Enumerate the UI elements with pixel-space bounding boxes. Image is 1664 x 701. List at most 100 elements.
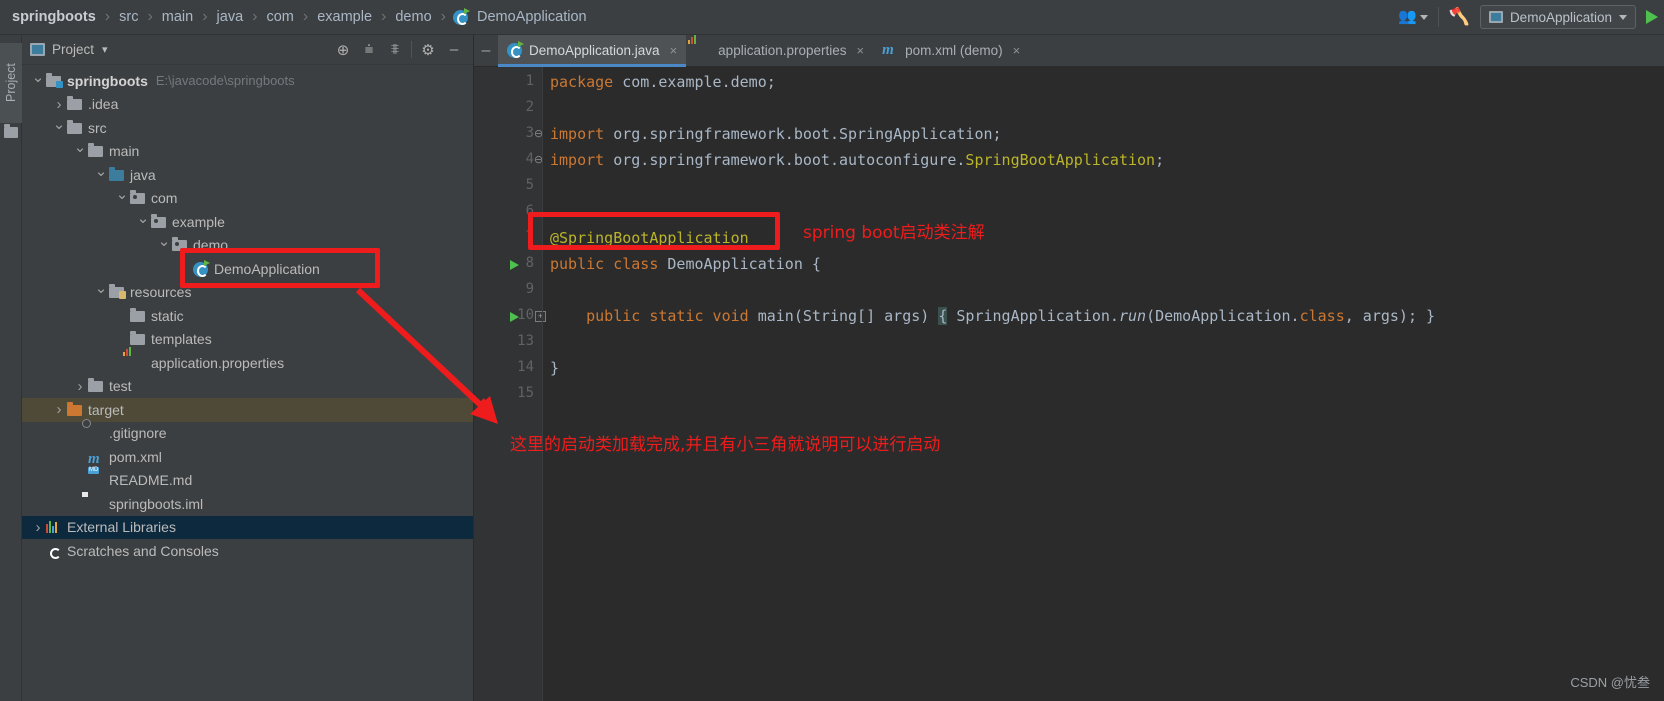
chevron-down-icon[interactable]	[135, 213, 151, 231]
line-number: 1	[525, 73, 534, 89]
chevron-down-icon[interactable]	[30, 72, 46, 90]
folder-icon	[67, 96, 83, 111]
chevron-down-icon[interactable]	[72, 142, 88, 160]
left-tool-strip: Project	[0, 35, 22, 701]
folder-icon	[88, 378, 104, 393]
expand-all-icon[interactable]: ⩧	[356, 38, 382, 62]
close-icon[interactable]: ×	[670, 43, 678, 58]
tree-node-main[interactable]: main	[22, 140, 473, 164]
tree-node-test[interactable]: test	[22, 375, 473, 399]
editor-tab-demoapplication-java[interactable]: DemoApplication.java ×	[498, 35, 687, 67]
tree-node-label: springboots	[67, 72, 148, 89]
hide-panel-icon[interactable]: –	[441, 38, 467, 62]
editor-tab-label: DemoApplication.java	[529, 43, 660, 58]
run-gutter-icon[interactable]	[510, 312, 519, 322]
editor-tab-label: pom.xml (demo)	[905, 43, 1003, 58]
chevron-right-icon[interactable]	[51, 401, 67, 418]
breadcrumb-item-example[interactable]: example	[315, 9, 374, 25]
chevron-down-icon[interactable]	[114, 189, 130, 207]
tree-node--idea[interactable]: .idea	[22, 93, 473, 117]
tree-node-resources[interactable]: resources	[22, 281, 473, 305]
sidebar-tab-project[interactable]: Project	[0, 43, 22, 123]
tree-node-springboots-iml[interactable]: springboots.iml	[22, 491, 473, 516]
tree-node-pom-xml[interactable]: m pom.xml	[22, 445, 473, 469]
chevron-down-icon[interactable]	[156, 236, 172, 254]
breadcrumb-item-demo[interactable]: demo	[393, 9, 433, 25]
tree-node-readme-md[interactable]: MD README.md	[22, 467, 473, 493]
breadcrumb-separator: ›	[104, 8, 111, 25]
run-button[interactable]	[1646, 10, 1658, 24]
folder-icon	[88, 143, 104, 158]
tree-node-src[interactable]: src	[22, 116, 473, 140]
tree-node-label: README.md	[109, 472, 193, 489]
code-content[interactable]: package com.example.demo; import org.spri…	[542, 67, 1664, 701]
chevron-down-icon	[1619, 14, 1627, 20]
tree-node-java[interactable]: java	[22, 163, 473, 187]
code-token: import	[550, 125, 605, 143]
tree-node-external-libraries[interactable]: External Libraries	[22, 515, 473, 539]
chevron-right-icon[interactable]	[51, 96, 67, 113]
hide-tabs-icon[interactable]: –	[474, 35, 498, 66]
run-configuration-selector[interactable]: DemoApplication	[1479, 5, 1636, 29]
project-title-caret[interactable]: ▾	[102, 43, 108, 56]
tree-node-demo[interactable]: demo	[22, 234, 473, 258]
chevron-right-icon[interactable]	[72, 378, 88, 395]
editor-tab-pom-xml-demo-[interactable]: m pom.xml (demo) ×	[873, 35, 1029, 66]
tree-node-scratches-and-consoles[interactable]: Scratches and Consoles	[22, 539, 473, 563]
toolbar-divider	[1437, 7, 1439, 27]
people-icon[interactable]: 👥	[1398, 6, 1428, 28]
collapse-all-icon[interactable]: ⩨	[382, 38, 408, 62]
package-icon	[151, 213, 167, 229]
editor-tab-application-properties[interactable]: application.properties ×	[686, 34, 873, 66]
tree-node-springboots[interactable]: springboots E:\javacode\springboots	[22, 69, 473, 93]
breadcrumb-label: demo	[395, 9, 432, 25]
folder-icon	[130, 331, 146, 346]
close-icon[interactable]: ×	[857, 43, 865, 58]
tree-node-example[interactable]: example	[22, 210, 473, 234]
editor-gutter[interactable]: 1 2 3 ⊖ 4 ⊖ 5 6 7 8 9 10 +13 14 15	[474, 67, 546, 701]
close-icon[interactable]: ×	[1013, 43, 1021, 58]
code-token: @SpringBootApplication	[550, 229, 749, 247]
project-folder-icon[interactable]	[4, 124, 18, 138]
breadcrumb-label: main	[161, 9, 194, 25]
code-token: DemoApplication {	[658, 255, 821, 273]
chevron-down-icon[interactable]	[93, 283, 109, 301]
tree-node-label: .idea	[88, 96, 119, 113]
tree-node-label: application.properties	[151, 354, 285, 371]
breadcrumb-label: springboots	[12, 9, 96, 25]
build-hammer-icon[interactable]: 🪓	[1449, 7, 1470, 27]
chevron-down-icon[interactable]	[51, 119, 67, 137]
tree-node-application-properties[interactable]: application.properties	[22, 346, 473, 375]
breadcrumb-label: src	[119, 9, 139, 25]
breadcrumb-item-main[interactable]: main	[160, 9, 195, 25]
code-line: import org.springframework.boot.autoconf…	[550, 151, 1164, 169]
tree-node-com[interactable]: com	[22, 187, 473, 211]
chevron-right-icon[interactable]	[30, 519, 46, 536]
run-gutter-icon[interactable]	[510, 260, 519, 270]
source-folder-icon	[109, 166, 125, 182]
tree-node-static[interactable]: static	[22, 304, 473, 328]
module-folder-icon	[46, 72, 63, 88]
tree-node--gitignore[interactable]: .gitignore	[22, 419, 473, 446]
tree-node-demoapplication[interactable]: DemoApplication	[22, 257, 473, 281]
tree-node-templates[interactable]: templates	[22, 328, 473, 352]
tree-node-label: DemoApplication	[214, 260, 320, 277]
settings-gear-icon[interactable]: ⚙	[415, 38, 441, 62]
locate-icon[interactable]: ⊕	[330, 38, 356, 62]
code-line: package com.example.demo;	[550, 73, 776, 91]
project-tree: springboots E:\javacode\springboots .idea s…	[22, 65, 473, 563]
breadcrumb-item-springboots[interactable]: springboots	[10, 9, 98, 25]
tree-node-label: pom.xml	[109, 448, 162, 465]
breadcrumb-item-com[interactable]: com	[264, 9, 295, 25]
top-toolbar: springboots › src › main › java › com › example › de…	[0, 0, 1664, 35]
editor-area: – DemoApplication.java × application.prope…	[474, 34, 1664, 701]
intellij-window: springboots › src › main › java › com › example › de…	[0, 0, 1664, 701]
breadcrumb-item-java[interactable]: java	[215, 9, 246, 25]
line-number: 5	[525, 177, 534, 193]
breadcrumb-item-demoapplication[interactable]: DemoApplication	[452, 7, 589, 25]
tree-node-target[interactable]: target	[22, 398, 473, 422]
line-number: 13	[517, 333, 534, 349]
target-folder-icon	[67, 401, 83, 417]
chevron-down-icon[interactable]	[93, 166, 109, 184]
breadcrumb-item-src[interactable]: src	[117, 9, 140, 25]
